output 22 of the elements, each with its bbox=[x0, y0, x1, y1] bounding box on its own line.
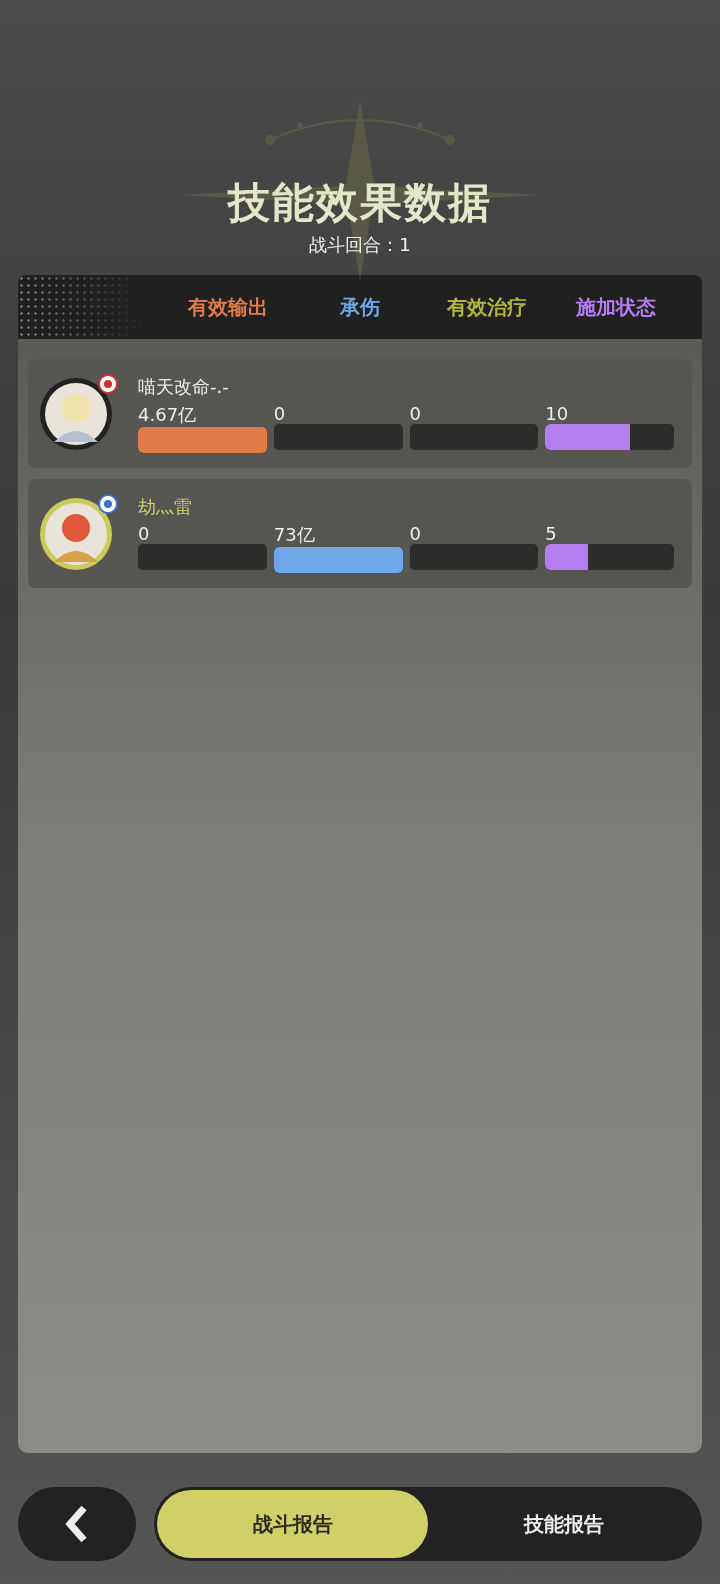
page-title: 技能效果数据 bbox=[228, 177, 492, 229]
player-name: 喵天改命-.- bbox=[138, 374, 230, 399]
column-heading: 有效输出 bbox=[187, 293, 269, 321]
stat-value: 0 bbox=[273, 402, 287, 424]
badge-icon bbox=[98, 493, 118, 514]
stat-value: 0 bbox=[138, 522, 151, 544]
stat-value: 10 bbox=[545, 402, 570, 424]
player-name: 劫灬雷 bbox=[138, 494, 193, 519]
stat-value: 0 bbox=[409, 402, 422, 424]
stat-value: 5 bbox=[545, 522, 558, 544]
avatar-icon bbox=[38, 375, 114, 452]
stat-value: 73亿 bbox=[273, 522, 316, 547]
badge-icon bbox=[98, 373, 118, 394]
column-heading: 承伤 bbox=[338, 293, 381, 321]
stat-value: 0 bbox=[409, 522, 422, 544]
report-tab[interactable]: 技能报告 bbox=[428, 1490, 699, 1558]
round-counter: 战斗回合：1 bbox=[309, 233, 411, 257]
stat-value: 4.67亿 bbox=[138, 402, 198, 427]
column-heading: 有效治疗 bbox=[445, 293, 528, 321]
column-heading: 施加状态 bbox=[575, 293, 657, 321]
report-tab[interactable]: 战斗报告 bbox=[157, 1490, 428, 1558]
avatar-icon bbox=[38, 495, 114, 572]
